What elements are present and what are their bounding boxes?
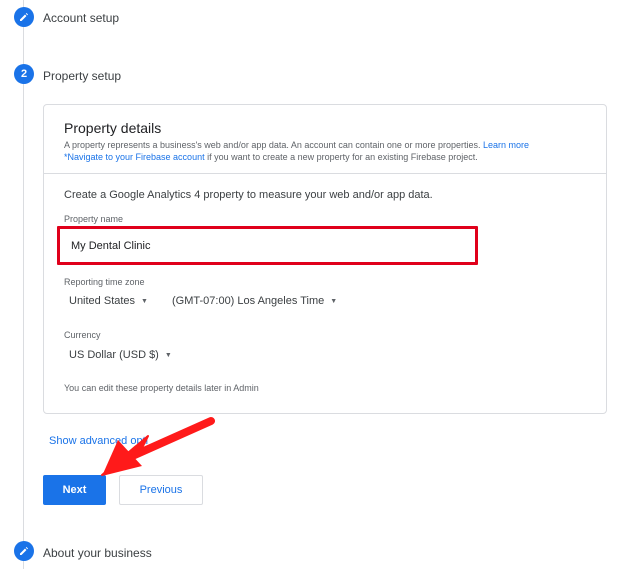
next-button[interactable]: Next xyxy=(43,475,106,505)
card-header: Property details A property represents a… xyxy=(44,105,606,174)
caret-down-icon: ▼ xyxy=(164,351,172,359)
timezone-dropdown[interactable]: (GMT-07:00) Los Angeles Time ▼ xyxy=(172,295,337,307)
step-number-icon: 2 xyxy=(14,64,34,84)
timezone-label: Reporting time zone xyxy=(64,277,145,287)
currency-label: Currency xyxy=(64,330,101,340)
property-details-card: Property details A property represents a… xyxy=(43,104,607,414)
firebase-link[interactable]: *Navigate to your Firebase account xyxy=(64,152,205,162)
property-name-label: Property name xyxy=(64,214,124,224)
show-advanced-options-link[interactable]: Show advanced opti xyxy=(49,435,148,447)
country-value: United States xyxy=(69,295,136,307)
country-dropdown[interactable]: United States ▼ xyxy=(69,295,148,307)
step-account-setup[interactable]: Account setup xyxy=(43,11,119,25)
pencil-icon xyxy=(20,547,28,555)
learn-more-link[interactable]: Learn more xyxy=(483,140,529,150)
currency-dropdown[interactable]: US Dollar (USD $) ▼ xyxy=(69,349,172,361)
step-about-business[interactable]: About your business xyxy=(43,546,152,560)
previous-button[interactable]: Previous xyxy=(119,475,203,505)
currency-value: US Dollar (USD $) xyxy=(69,349,159,361)
step-complete-icon xyxy=(14,541,34,561)
firebase-text: if you want to create a new property for… xyxy=(207,152,478,162)
step-complete-icon xyxy=(14,7,34,27)
step-property-setup[interactable]: Property setup xyxy=(43,69,121,83)
card-description: A property represents a business's web a… xyxy=(64,139,594,163)
description-text: A property represents a business's web a… xyxy=(64,140,481,150)
timezone-value: (GMT-07:00) Los Angeles Time xyxy=(172,295,325,307)
card-title: Property details xyxy=(64,120,162,136)
intro-text: Create a Google Analytics 4 property to … xyxy=(64,189,433,201)
pencil-icon xyxy=(20,13,28,21)
edit-later-note: You can edit these property details late… xyxy=(64,383,259,393)
caret-down-icon: ▼ xyxy=(141,297,148,305)
property-name-input[interactable] xyxy=(57,226,478,265)
stepper-rail xyxy=(23,0,24,569)
caret-down-icon: ▼ xyxy=(330,297,338,305)
